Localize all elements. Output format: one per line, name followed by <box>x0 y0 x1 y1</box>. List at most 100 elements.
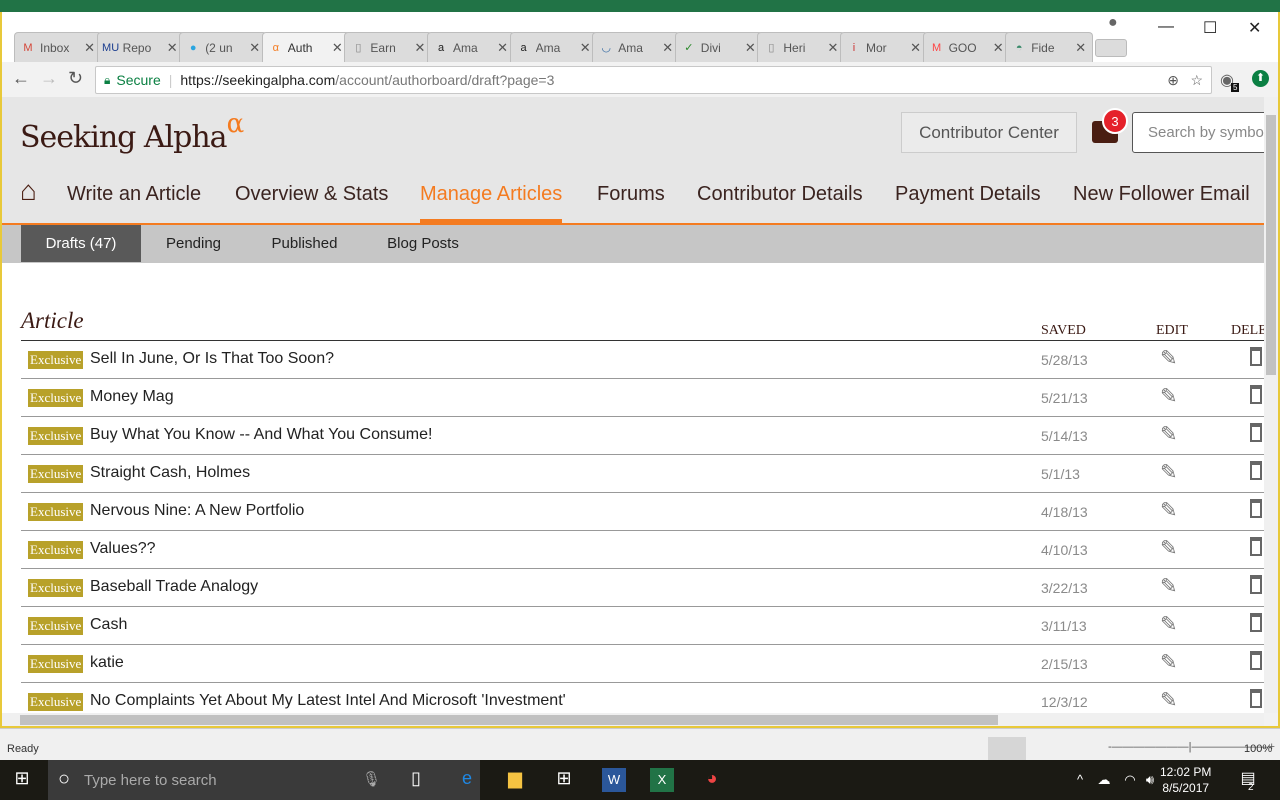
nav-item[interactable]: Contributor Details <box>697 169 863 223</box>
browser-tab[interactable]: ◓ Fide ✕ <box>1005 32 1094 62</box>
nav-item[interactable]: New Follower Email <box>1073 169 1250 223</box>
browser-tab[interactable]: ◡ Ama ✕ <box>592 32 681 62</box>
forward-button[interactable]: → <box>40 68 58 89</box>
edit-pencil-icon[interactable]: ✎ <box>1160 536 1178 561</box>
nav-item[interactable]: Forums <box>597 169 665 223</box>
edit-pencil-icon[interactable]: ✎ <box>1160 346 1178 371</box>
article-title-link[interactable]: Values?? <box>90 540 156 558</box>
contributor-center-button[interactable]: Contributor Center <box>901 112 1077 153</box>
subnav-tab[interactable]: Blog Posts <box>367 225 479 262</box>
nav-item[interactable]: Overview & Stats <box>235 169 388 223</box>
edit-pencil-icon[interactable]: ✎ <box>1160 460 1178 485</box>
nav-item[interactable]: Payment Details <box>895 169 1041 223</box>
minimize-button[interactable]: — <box>1158 18 1174 36</box>
delete-trash-icon[interactable] <box>1250 689 1262 708</box>
article-title-link[interactable]: Sell In June, Or Is That Too Soon? <box>90 350 334 368</box>
file-explorer-icon[interactable]: ▆ <box>503 768 527 789</box>
close-tab-icon[interactable]: ✕ <box>827 40 838 56</box>
delete-trash-icon[interactable] <box>1250 613 1262 632</box>
edit-pencil-icon[interactable]: ✎ <box>1160 384 1178 409</box>
article-title-link[interactable]: Baseball Trade Analogy <box>90 578 258 596</box>
delete-trash-icon[interactable] <box>1250 575 1262 594</box>
windows-start-icon[interactable]: ⊞ <box>10 768 34 789</box>
browser-tab[interactable]: MU Repo ✕ <box>96 32 185 62</box>
zoom-icon[interactable]: ⊕ <box>1167 72 1179 89</box>
close-tab-icon[interactable]: ✕ <box>414 40 425 56</box>
close-tab-icon[interactable]: ✕ <box>745 40 756 56</box>
saved-column-header[interactable]: SAVED <box>1041 323 1086 339</box>
bookmark-star-icon[interactable]: ☆ <box>1190 72 1203 89</box>
browser-tab[interactable]: M Inbox ✕ <box>14 32 102 62</box>
store-icon[interactable]: ⊞ <box>552 768 576 789</box>
tray-overflow-icon[interactable]: ^ <box>1068 772 1092 787</box>
delete-trash-icon[interactable] <box>1250 385 1262 404</box>
close-tab-icon[interactable]: ✕ <box>910 40 921 56</box>
seeking-alpha-logo[interactable]: Seeking Alphaα <box>20 109 244 155</box>
nav-item[interactable]: Manage Articles <box>420 169 563 223</box>
home-icon[interactable]: ⌂ <box>20 175 37 207</box>
edge-icon[interactable]: e <box>455 768 479 789</box>
article-title-link[interactable]: Buy What You Know -- And What You Consum… <box>90 426 432 444</box>
browser-tab[interactable]: M GOO ✕ <box>922 32 1011 62</box>
delete-trash-icon[interactable] <box>1250 499 1262 518</box>
word-icon[interactable]: W <box>602 768 626 792</box>
vertical-scrollbar[interactable] <box>1264 97 1278 713</box>
new-tab-button[interactable] <box>1095 39 1127 57</box>
browser-tab[interactable]: i Mor ✕ <box>840 32 928 62</box>
edit-pencil-icon[interactable]: ✎ <box>1160 688 1178 713</box>
nav-item[interactable]: Write an Article <box>67 169 201 223</box>
reload-button[interactable]: ↻ <box>68 68 83 89</box>
article-title-link[interactable]: katie <box>90 654 124 672</box>
browser-tab[interactable]: a Ama ✕ <box>509 32 598 62</box>
normal-view-button[interactable] <box>988 737 1026 761</box>
edit-pencil-icon[interactable]: ✎ <box>1160 498 1178 523</box>
article-title-link[interactable]: No Complaints Yet About My Latest Intel … <box>90 692 566 710</box>
close-tab-icon[interactable]: ✕ <box>1075 40 1086 56</box>
address-bar[interactable]: 🔒︎ Secure | https://seekingalpha.com/acc… <box>95 66 1212 94</box>
extension-upload-icon[interactable]: ⬆ <box>1252 70 1269 87</box>
browser-tab[interactable]: α Auth ✕ <box>261 32 350 62</box>
task-view-icon[interactable]: ▯ <box>404 768 428 789</box>
close-tab-icon[interactable]: ✕ <box>580 40 591 56</box>
onedrive-icon[interactable]: ☁ <box>1092 772 1116 788</box>
close-tab-icon[interactable]: ✕ <box>167 40 178 56</box>
close-tab-icon[interactable]: ✕ <box>497 40 508 56</box>
subnav-tab[interactable]: Drafts (47) <box>21 225 141 262</box>
profile-icon[interactable]: ● <box>1108 14 1118 32</box>
symbol-search-input[interactable]: Search by symbol <box>1132 112 1264 153</box>
chrome-icon[interactable]: ◕ <box>700 768 724 789</box>
article-title-link[interactable]: Money Mag <box>90 388 174 406</box>
article-title-link[interactable]: Straight Cash, Holmes <box>90 464 250 482</box>
delete-trash-icon[interactable] <box>1250 423 1262 442</box>
browser-tab[interactable]: ● (2 un ✕ <box>179 32 268 62</box>
delete-trash-icon[interactable] <box>1250 537 1262 556</box>
vertical-scroll-thumb[interactable] <box>1266 115 1276 375</box>
delete-trash-icon[interactable] <box>1250 651 1262 670</box>
close-tab-icon[interactable]: ✕ <box>662 40 673 56</box>
subnav-tab[interactable]: Pending <box>146 225 241 262</box>
close-tab-icon[interactable]: ✕ <box>993 40 1004 56</box>
maximize-button[interactable]: ☐ <box>1203 18 1217 38</box>
edit-pencil-icon[interactable]: ✎ <box>1160 574 1178 599</box>
back-button[interactable]: ← <box>12 68 30 89</box>
browser-tab[interactable]: ✓ Divi ✕ <box>674 32 763 62</box>
volume-icon[interactable]: 🔊︎ <box>1138 772 1162 788</box>
article-title-link[interactable]: Cash <box>90 616 127 634</box>
edit-pencil-icon[interactable]: ✎ <box>1160 612 1178 637</box>
subnav-tab[interactable]: Published <box>252 225 357 262</box>
browser-tab[interactable]: ▯ Heri ✕ <box>757 32 846 62</box>
browser-tab[interactable]: a Ama ✕ <box>427 32 515 62</box>
microphone-icon[interactable]: 🎙︎ <box>362 770 381 788</box>
edit-pencil-icon[interactable]: ✎ <box>1160 422 1178 447</box>
horizontal-scroll-thumb[interactable] <box>20 715 998 725</box>
browser-tab[interactable]: ▯ Earn ✕ <box>344 32 433 62</box>
clock[interactable]: 12:02 PM 8/5/2017 <box>1160 764 1211 796</box>
close-tab-icon[interactable]: ✕ <box>249 40 260 56</box>
close-tab-icon[interactable]: ✕ <box>84 40 95 56</box>
article-title-link[interactable]: Nervous Nine: A New Portfolio <box>90 502 304 520</box>
excel-icon[interactable]: X <box>650 768 674 792</box>
horizontal-scrollbar[interactable] <box>2 713 1264 726</box>
delete-trash-icon[interactable] <box>1250 461 1262 480</box>
delete-trash-icon[interactable] <box>1250 347 1262 366</box>
close-tab-icon[interactable]: ✕ <box>332 40 343 56</box>
